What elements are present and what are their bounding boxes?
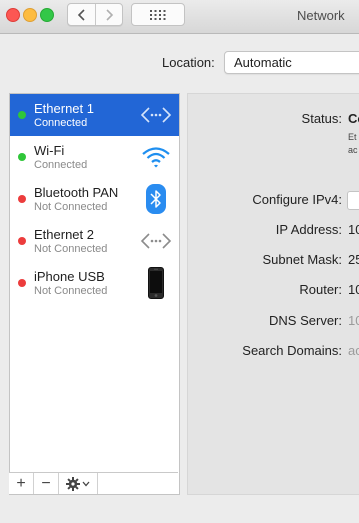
service-name: Bluetooth PAN bbox=[34, 185, 119, 200]
location-value: Automatic bbox=[234, 55, 292, 70]
show-all-button[interactable] bbox=[131, 3, 185, 26]
title-bar: Network bbox=[0, 0, 359, 34]
status-label: Status: bbox=[301, 111, 342, 126]
status-description: Et ac bbox=[348, 131, 358, 157]
bluetooth-icon bbox=[140, 183, 172, 215]
ip-address-label: IP Address: bbox=[275, 222, 342, 237]
service-name: Ethernet 1 bbox=[34, 101, 94, 116]
status-dot bbox=[18, 111, 26, 119]
ethernet-icon bbox=[140, 225, 172, 257]
ethernet-icon bbox=[140, 99, 172, 131]
service-ethernet-2[interactable]: Ethernet 2 Not Connected bbox=[10, 220, 179, 262]
remove-service-button[interactable]: − bbox=[34, 473, 59, 494]
service-iphone-usb[interactable]: iPhone USB Not Connected bbox=[10, 262, 179, 304]
search-domains-label: Search Domains: bbox=[242, 343, 342, 358]
status-value: Co bbox=[348, 111, 359, 126]
wifi-icon bbox=[140, 141, 172, 173]
subnet-mask-value: 25 bbox=[348, 252, 359, 267]
chevron-down-icon bbox=[82, 481, 90, 486]
grid-icon bbox=[150, 9, 166, 20]
configure-ipv4-popup[interactable] bbox=[347, 191, 359, 210]
service-name: Ethernet 2 bbox=[34, 227, 94, 242]
subnet-mask-label: Subnet Mask: bbox=[262, 252, 343, 267]
action-menu-button[interactable] bbox=[59, 473, 98, 494]
chevron-left-icon bbox=[77, 8, 85, 21]
iphone-icon bbox=[140, 267, 172, 299]
minimize-window-button[interactable] bbox=[23, 8, 37, 22]
status-dot bbox=[18, 153, 26, 161]
dns-server-value: 10 bbox=[348, 313, 359, 328]
configure-ipv4-label: Configure IPv4: bbox=[252, 192, 342, 207]
navigation-buttons bbox=[67, 3, 123, 26]
status-description-line: Et bbox=[348, 132, 357, 142]
search-domains-value: ac bbox=[348, 343, 359, 358]
service-wi-fi[interactable]: Wi-Fi Connected bbox=[10, 136, 179, 178]
status-description-line: ac bbox=[348, 145, 358, 155]
close-window-button[interactable] bbox=[6, 8, 20, 22]
service-status: Connected bbox=[34, 117, 88, 129]
service-name: iPhone USB bbox=[34, 269, 105, 284]
chevron-right-icon bbox=[105, 8, 113, 21]
status-dot bbox=[18, 195, 26, 203]
zoom-window-button[interactable] bbox=[40, 8, 54, 22]
service-list-toolbar: + − bbox=[9, 472, 178, 494]
router-label: Router: bbox=[299, 282, 342, 297]
service-status: Not Connected bbox=[34, 243, 108, 255]
service-status: Connected bbox=[34, 159, 88, 171]
dns-server-label: DNS Server: bbox=[269, 313, 342, 328]
service-bluetooth-pan[interactable]: Bluetooth PAN Not Connected bbox=[10, 178, 179, 220]
back-button[interactable] bbox=[68, 4, 96, 25]
service-status: Not Connected bbox=[34, 285, 108, 297]
status-dot bbox=[18, 237, 26, 245]
location-popup[interactable]: Automatic bbox=[224, 51, 359, 74]
service-ethernet-1[interactable]: Ethernet 1 Connected bbox=[10, 94, 179, 136]
status-dot bbox=[18, 279, 26, 287]
gear-icon bbox=[66, 476, 80, 491]
ip-address-value: 10 bbox=[348, 222, 359, 237]
window-title: Network bbox=[297, 8, 345, 23]
service-status: Not Connected bbox=[34, 201, 108, 213]
service-name: Wi-Fi bbox=[34, 143, 65, 158]
router-value: 10 bbox=[348, 282, 359, 297]
service-list: Ethernet 1 Connected Wi-Fi Connected Blu… bbox=[9, 93, 180, 495]
forward-button[interactable] bbox=[95, 4, 122, 25]
add-service-button[interactable]: + bbox=[9, 473, 34, 494]
location-label: Location: bbox=[162, 55, 215, 70]
